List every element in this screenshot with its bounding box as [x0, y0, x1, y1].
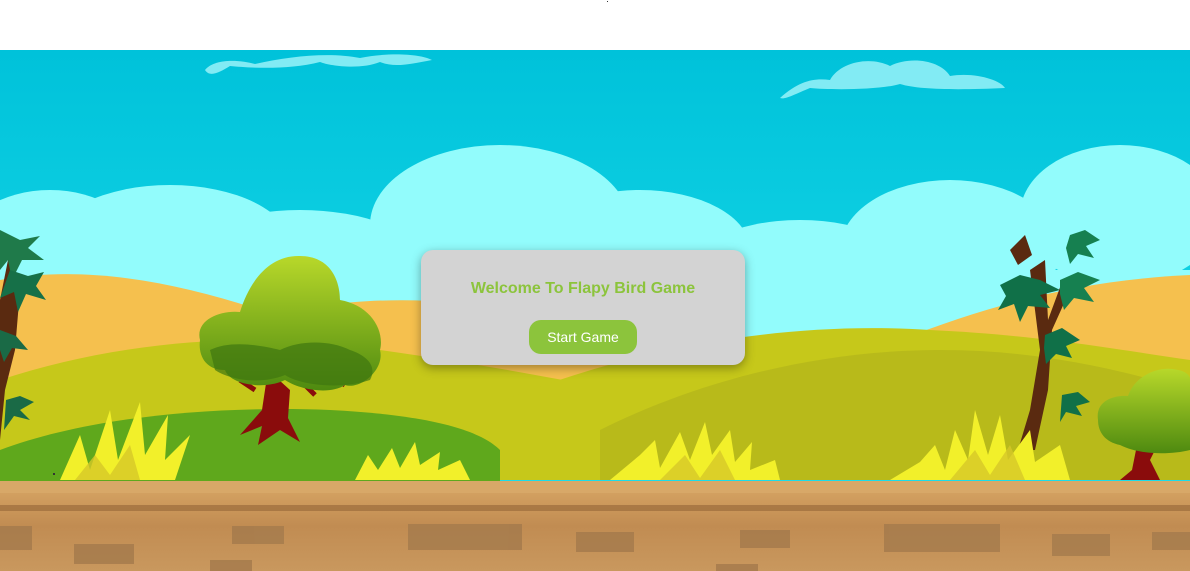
welcome-title: Welcome To Flapy Bird Game — [470, 280, 696, 297]
start-game-button[interactable]: Start Game — [529, 320, 637, 354]
welcome-dialog: Welcome To Flapy Bird Game Start Game — [421, 250, 745, 365]
page: Welcome To Flapy Bird Game Start Game — [0, 0, 1190, 571]
small-speck — [53, 473, 55, 475]
ground — [0, 481, 1190, 571]
game-canvas[interactable]: Welcome To Flapy Bird Game Start Game — [0, 50, 1190, 571]
top-dot — [607, 1, 608, 2]
